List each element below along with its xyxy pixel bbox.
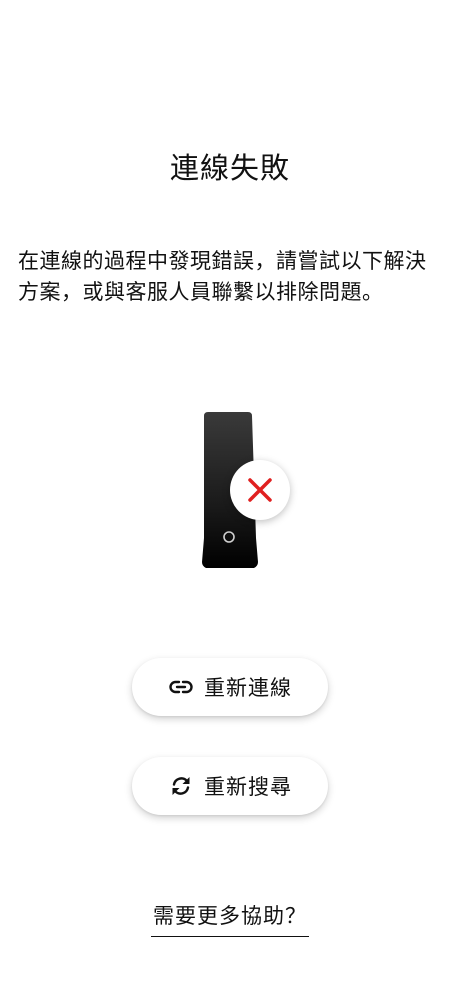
link-icon <box>168 674 194 700</box>
page-title: 連線失敗 <box>169 151 290 185</box>
error-badge <box>230 460 290 520</box>
help-link[interactable]: 需要更多協助？ <box>151 900 309 937</box>
rescan-button[interactable]: 重新搜尋 <box>132 757 328 815</box>
reconnect-button-label: 重新連線 <box>204 676 292 700</box>
rescan-button-label: 重新搜尋 <box>204 775 292 799</box>
refresh-icon <box>168 773 194 799</box>
error-message: 在連線的過程中發現錯誤，請嘗試以下解決方案，或與客服人員聯繫以排除問題。 <box>18 249 427 304</box>
help-link-container: 需要更多協助？ <box>0 900 460 937</box>
close-icon <box>248 478 272 502</box>
reconnect-button[interactable]: 重新連線 <box>132 658 328 716</box>
